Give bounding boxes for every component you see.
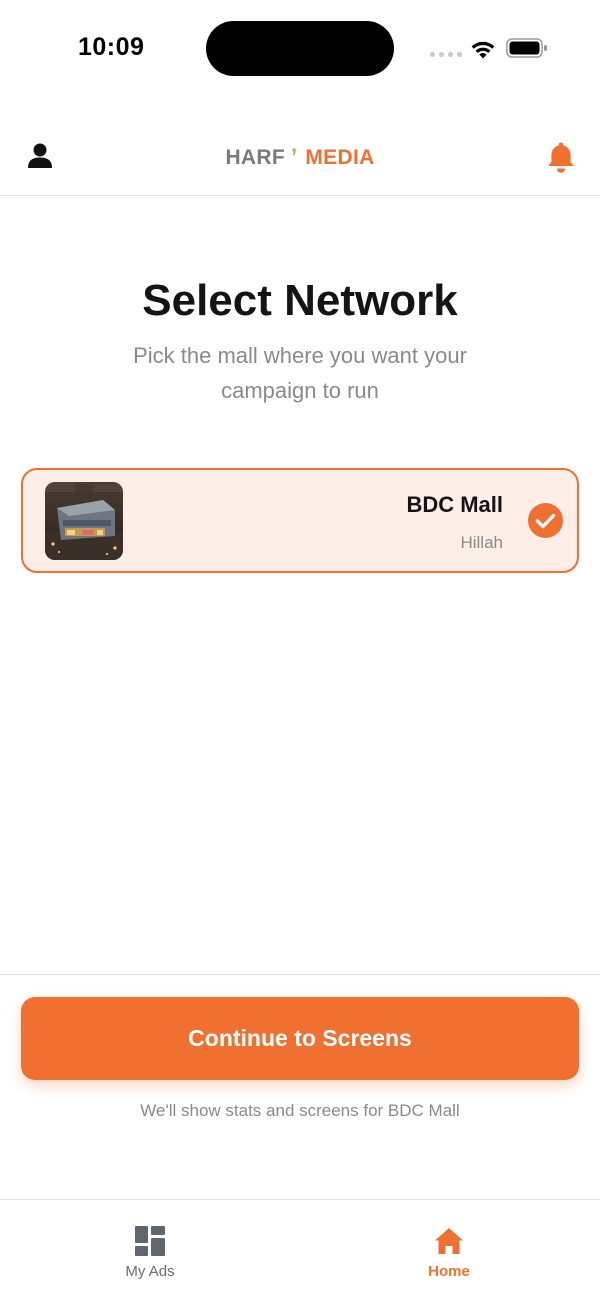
- page-subtitle: Pick the mall where you want your campai…: [133, 343, 467, 403]
- app-header: HARF’ MEDIA: [0, 120, 600, 196]
- network-option-bdc-mall[interactable]: BDC Mall Hillah: [21, 468, 579, 573]
- brand-logo-media: MEDIA: [305, 146, 375, 169]
- tab-my-ads[interactable]: My Ads: [50, 1200, 250, 1304]
- signal-icon: [430, 52, 462, 57]
- action-divider: [0, 974, 600, 975]
- wifi-icon: [471, 41, 495, 59]
- continue-hint: We'll show stats and screens for BDC Mal…: [140, 1101, 460, 1120]
- tab-bar: My Ads Home: [0, 1199, 600, 1304]
- tab-home-label: Home: [428, 1263, 470, 1280]
- tab-home[interactable]: Home: [349, 1200, 549, 1304]
- network-city: Hillah: [460, 533, 503, 552]
- home-icon: [435, 1228, 463, 1254]
- mall-photo: [45, 482, 123, 560]
- status-bar: 10:09: [0, 0, 600, 96]
- battery-icon: [506, 38, 547, 58]
- page-title: Select Network: [142, 276, 458, 325]
- network-name: BDC Mall: [406, 492, 503, 517]
- check-circle-icon: [528, 503, 563, 538]
- select-network-screen: 10:09 HARF’ MEDIA Select Network Pick th…: [0, 0, 600, 1304]
- dashboard-icon: [135, 1226, 165, 1256]
- brand-logo: HARF’ MEDIA: [0, 144, 600, 170]
- tab-my-ads-label: My Ads: [125, 1263, 175, 1280]
- status-time: 10:09: [78, 33, 145, 61]
- brand-logo-harf: HARF: [225, 146, 285, 169]
- bell-icon[interactable]: [545, 140, 577, 174]
- brand-logo-mark: ’: [290, 144, 298, 169]
- dynamic-island: [206, 21, 394, 76]
- continue-to-screens-button[interactable]: Continue to Screens: [21, 997, 579, 1080]
